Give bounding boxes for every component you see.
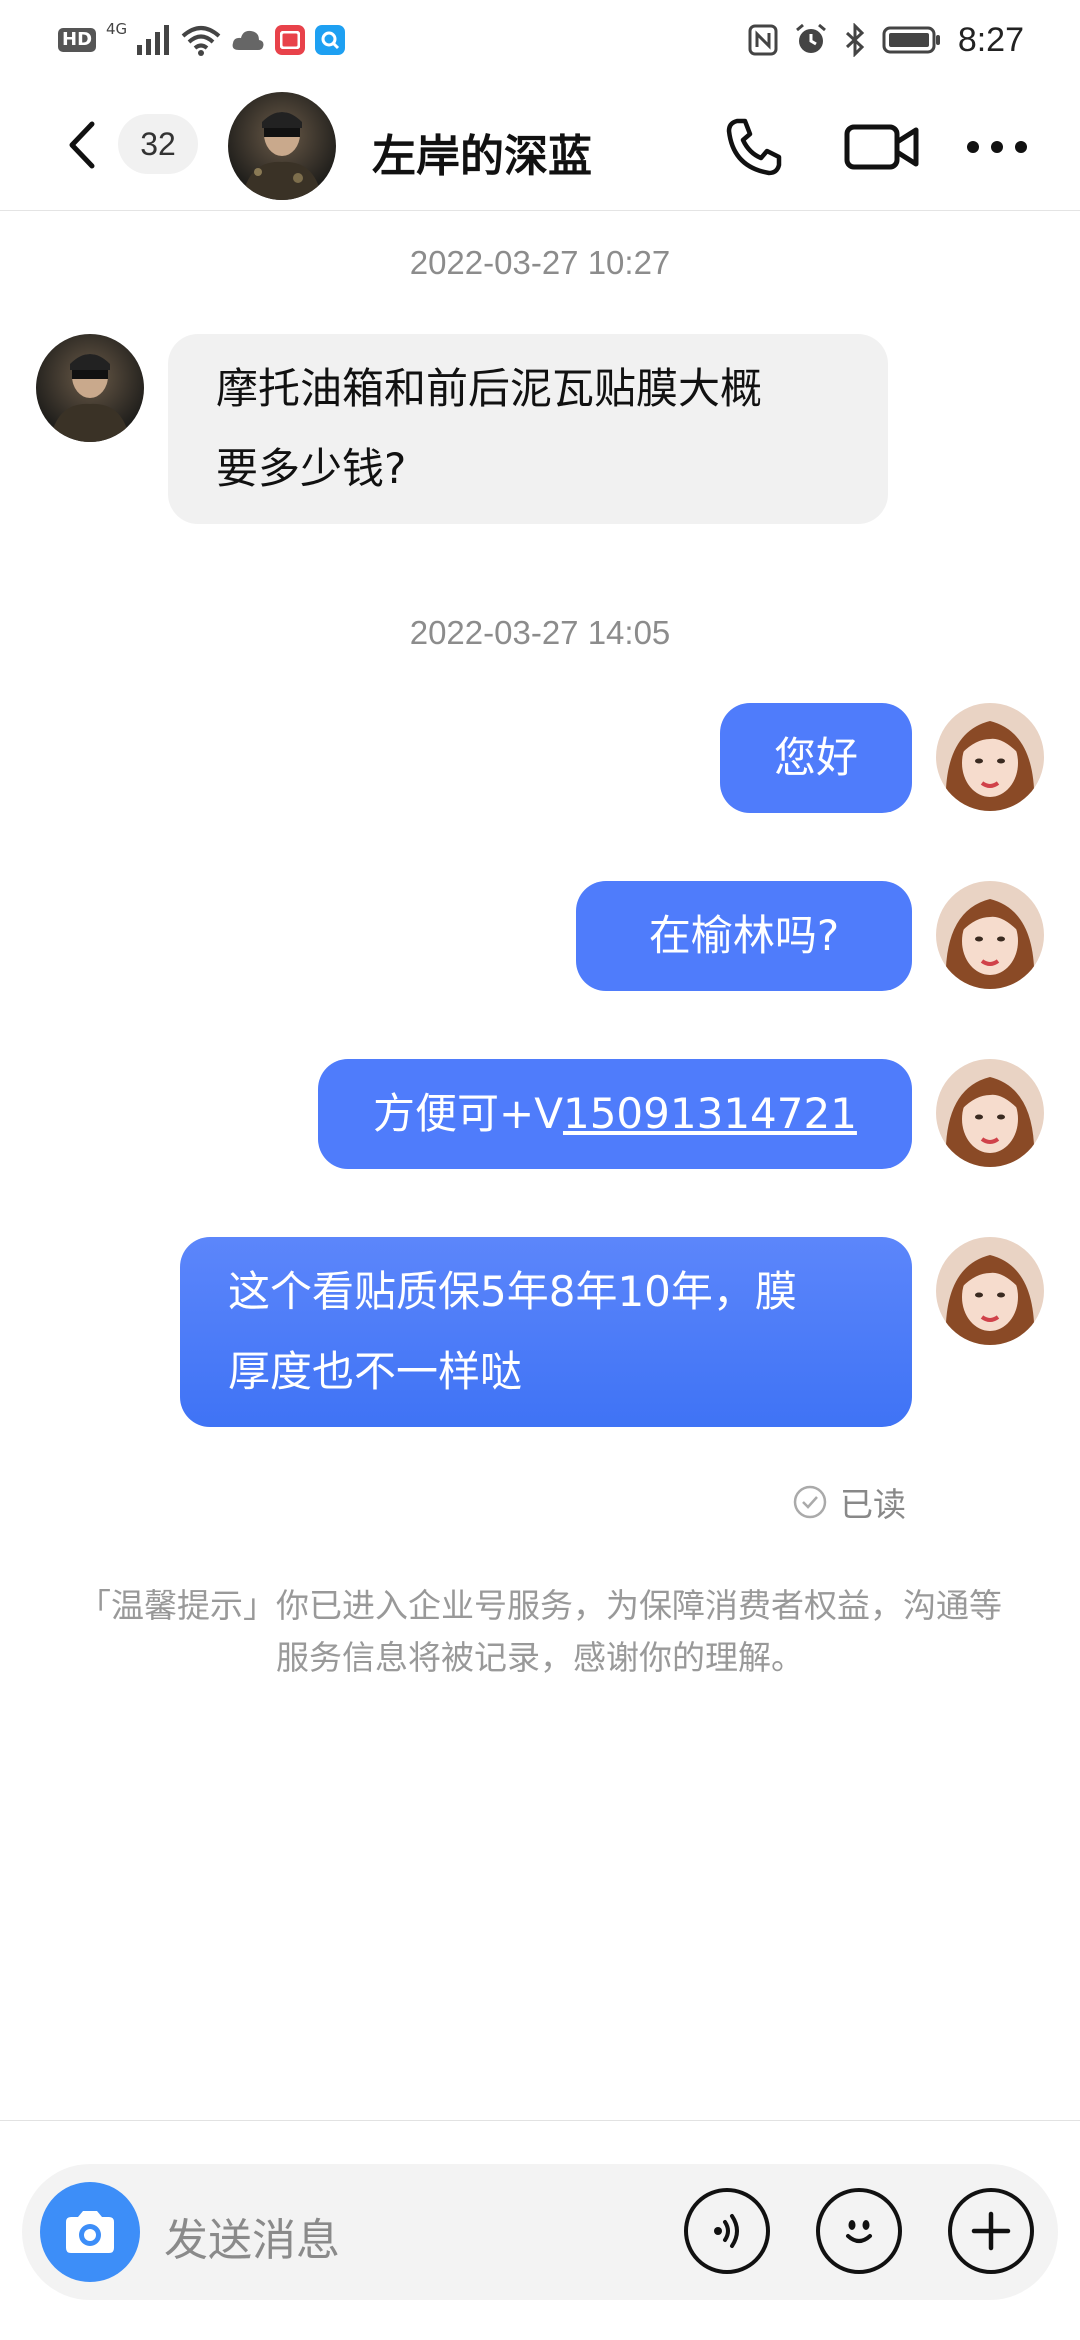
message-line: 这个看贴质保5年8年10年，膜: [228, 1267, 797, 1316]
red-app-icon: [275, 25, 306, 55]
service-notice: 「温馨提示」你已进入企业号服务，为保障消费者权益，沟通等 服务信息将被记录，感谢…: [40, 1580, 1040, 1684]
voice-icon: [714, 2214, 739, 2248]
status-time: 8:27: [957, 20, 1024, 59]
outgoing-message-bubble[interactable]: 这个看贴质保5年8年10年，膜 厚度也不一样哒: [180, 1237, 912, 1427]
timestamp: 2022-03-27 10:27: [409, 244, 671, 281]
my-avatar[interactable]: [936, 1237, 1044, 1345]
network-type: 4G: [106, 20, 128, 38]
camera-button[interactable]: [40, 2182, 140, 2282]
status-bar: HD 4G 8:27: [0, 0, 1080, 80]
alarm-icon: [795, 23, 826, 53]
read-status-label: 已读: [840, 1485, 906, 1524]
message-text: 方便可+V: [373, 1089, 563, 1138]
back-arrow-icon[interactable]: [60, 120, 106, 170]
voice-button[interactable]: [684, 2188, 770, 2274]
hd-badge: HD: [58, 28, 97, 52]
my-avatar[interactable]: [936, 703, 1044, 811]
contact-message-avatar[interactable]: [36, 334, 144, 442]
message-line: 摩托油箱和前后泥瓦贴膜大概: [216, 364, 763, 413]
cloud-icon: [232, 30, 264, 50]
message-line: 要多少钱?: [216, 444, 407, 493]
message-text: 您好: [773, 733, 858, 782]
message-text: 在榆林吗?: [648, 911, 840, 960]
emoji-button[interactable]: [816, 2188, 902, 2274]
camera-icon: [66, 2211, 114, 2253]
plus-icon: [971, 2211, 1011, 2251]
message-input-bar: 发送消息: [22, 2164, 1058, 2300]
status-left: HD 4G: [58, 18, 346, 62]
outgoing-message-bubble[interactable]: 您好: [720, 703, 912, 813]
timestamp: 2022-03-27 14:05: [409, 614, 671, 651]
outgoing-message-bubble[interactable]: 方便可+V15091314721: [318, 1059, 912, 1169]
notice-line: 「温馨提示」你已进入企业号服务，为保障消费者权益，沟通等: [78, 1586, 1002, 1625]
battery-icon: [882, 26, 940, 54]
nfc-icon: [748, 24, 778, 56]
my-avatar[interactable]: [936, 881, 1044, 989]
check-circle-icon: [793, 1485, 827, 1519]
wifi-icon: [181, 26, 221, 56]
status-right: 8:27: [748, 18, 1024, 62]
plus-button[interactable]: [948, 2188, 1034, 2274]
phone-number-link[interactable]: 15091314721: [563, 1089, 857, 1138]
message-line: 厚度也不一样哒: [228, 1347, 523, 1396]
my-avatar[interactable]: [936, 1059, 1044, 1167]
incoming-message-bubble[interactable]: 摩托油箱和前后泥瓦贴膜大概 要多少钱?: [168, 334, 888, 524]
phone-icon[interactable]: [718, 112, 788, 182]
outgoing-message-bubble[interactable]: 在榆林吗?: [576, 881, 912, 991]
contact-avatar[interactable]: [228, 92, 336, 200]
blue-app-icon: [315, 25, 346, 55]
chat-header: 32 左岸的深蓝: [0, 80, 1080, 211]
notice-line: 服务信息将被记录，感谢你的理解。: [276, 1638, 804, 1677]
divider: [0, 2120, 1080, 2121]
bluetooth-icon: [845, 23, 864, 57]
signal-icon: [137, 25, 170, 55]
emoji-icon: [846, 2220, 872, 2243]
read-status: 已读: [792, 1478, 906, 1526]
unread-count-badge[interactable]: 32: [118, 114, 198, 174]
more-dots-icon[interactable]: [962, 112, 1032, 182]
chat-title: 左岸的深蓝: [372, 131, 592, 182]
video-camera-icon[interactable]: [842, 112, 922, 182]
message-input[interactable]: 发送消息: [164, 2204, 340, 2268]
